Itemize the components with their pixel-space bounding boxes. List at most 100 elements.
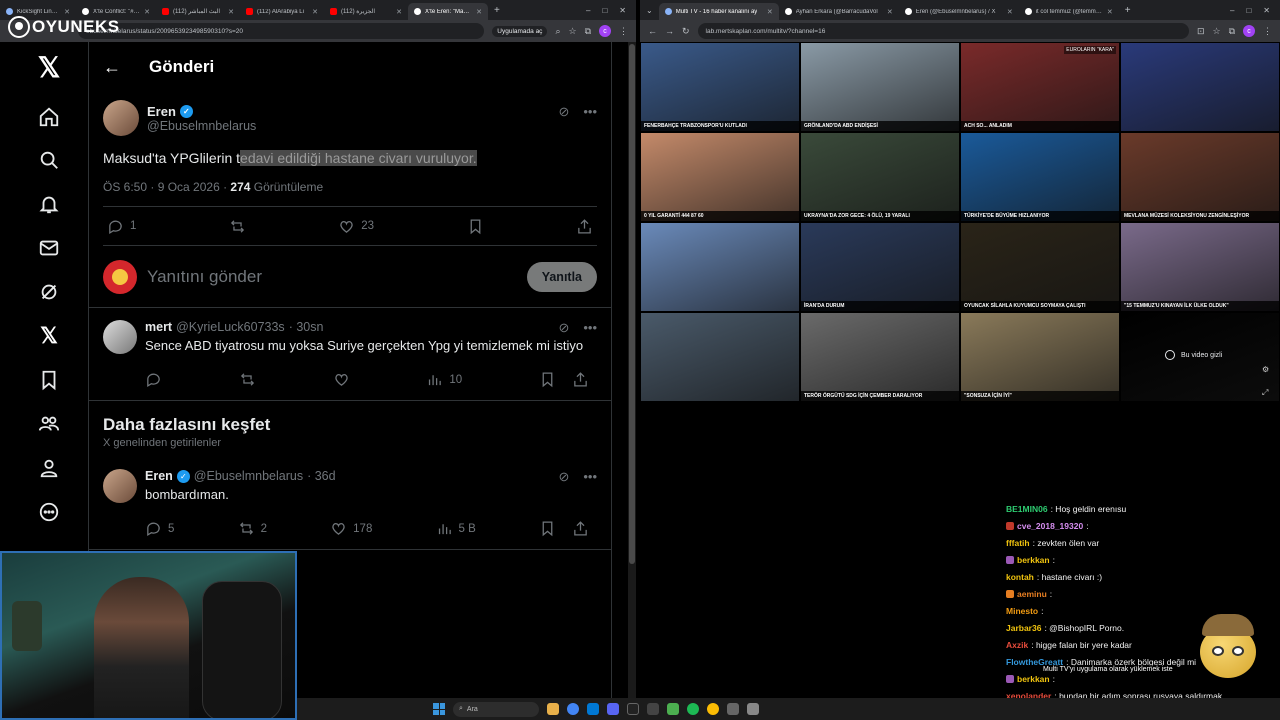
close-window-icon[interactable]: ✕ bbox=[1263, 6, 1270, 15]
scrollbar-thumb[interactable] bbox=[629, 44, 635, 564]
commenter-avatar[interactable] bbox=[103, 320, 137, 354]
file-explorer-icon[interactable] bbox=[547, 703, 559, 715]
bookmarks-icon[interactable] bbox=[36, 367, 62, 393]
tv-channel-tile[interactable] bbox=[640, 312, 800, 402]
install-app-icon[interactable]: ⊡ bbox=[1197, 26, 1205, 37]
extensions-icon[interactable]: ⧉ bbox=[585, 26, 591, 37]
grok-icon[interactable]: ⊘ bbox=[558, 104, 569, 120]
profile-avatar[interactable]: c bbox=[1243, 25, 1255, 37]
tv-channel-tile[interactable]: TERÖR ÖRGÜTÜ SDG İÇİN ÇEMBER DARALIYOR bbox=[800, 312, 960, 402]
taskbar-search[interactable]: ⌕ Ara bbox=[453, 701, 539, 717]
tv-channel-tile[interactable]: GRÖNLAND'DA ABD ENDİŞESİ bbox=[800, 42, 960, 132]
views-button[interactable]: 10 bbox=[426, 371, 462, 388]
tv-channel-tile[interactable]: 0 YIL GARANTİ 444 87 60 bbox=[640, 132, 800, 222]
bookmark-button[interactable] bbox=[539, 520, 556, 537]
settings-gear-icon[interactable]: ⚙ bbox=[1262, 365, 1269, 374]
extensions-icon[interactable]: ⧉ bbox=[1229, 26, 1235, 37]
new-tab-icon[interactable]: + bbox=[1119, 5, 1131, 16]
fullscreen-icon[interactable]: ⤢ bbox=[1262, 388, 1269, 398]
reload-icon[interactable]: ↻ bbox=[682, 26, 690, 37]
close-icon[interactable]: ✕ bbox=[312, 8, 318, 16]
minimize-icon[interactable]: – bbox=[1230, 6, 1234, 15]
tab-temmuz[interactable]: it col temmuz (@temmuz1919✕ bbox=[1019, 3, 1119, 20]
reply-button[interactable]: 5 bbox=[145, 520, 174, 537]
profile-avatar[interactable]: c bbox=[599, 25, 611, 37]
app-icon[interactable] bbox=[647, 703, 659, 715]
tv-channel-tile[interactable] bbox=[1120, 42, 1280, 132]
chat-username[interactable]: berkkan bbox=[1017, 674, 1050, 684]
tv-channel-tile[interactable] bbox=[640, 222, 800, 312]
bookmark-button[interactable] bbox=[467, 218, 484, 235]
chat-username[interactable]: Minesto bbox=[1006, 606, 1038, 616]
grok-icon[interactable]: ⊘ bbox=[558, 469, 569, 485]
spotify-icon[interactable] bbox=[687, 703, 699, 715]
chat-username[interactable]: Jarbar36 bbox=[1006, 623, 1041, 633]
tab-x-eren-active[interactable]: X'te Eren: "Maksu ✕ bbox=[408, 3, 488, 20]
reply-input[interactable]: Yanıtını gönder bbox=[147, 267, 517, 287]
notifications-bell-icon[interactable] bbox=[36, 191, 62, 217]
app-icon[interactable] bbox=[747, 703, 759, 715]
like-button[interactable]: 23 bbox=[338, 218, 374, 235]
tab-search-icon[interactable]: ⌄ bbox=[640, 6, 659, 15]
maximize-icon[interactable]: □ bbox=[1246, 6, 1251, 15]
grok-icon[interactable]: ⊘ bbox=[558, 320, 569, 336]
close-icon[interactable]: ✕ bbox=[767, 8, 773, 16]
chat-username[interactable]: fffatih bbox=[1006, 538, 1030, 548]
chat-username[interactable]: Axzik bbox=[1006, 640, 1028, 650]
menu-dots-icon[interactable]: ⋮ bbox=[1263, 26, 1272, 37]
minimize-icon[interactable]: – bbox=[586, 6, 590, 15]
open-in-app-button[interactable]: Uygulamada aç bbox=[492, 25, 548, 37]
app-icon[interactable] bbox=[727, 703, 739, 715]
tab-ayhan-erkara[interactable]: Ayhan Erkara (@BarracudaVol ✕ bbox=[779, 3, 899, 20]
share-button[interactable] bbox=[576, 218, 593, 235]
messages-envelope-icon[interactable] bbox=[36, 235, 62, 261]
reply-submit-button[interactable]: Yanıtla bbox=[526, 261, 597, 292]
author-handle[interactable]: @Ebuselmnbelarus bbox=[194, 469, 303, 483]
close-icon[interactable]: ✕ bbox=[228, 8, 234, 16]
store-icon[interactable] bbox=[587, 703, 599, 715]
repost-button[interactable] bbox=[239, 371, 256, 388]
more-dots-icon[interactable]: ••• bbox=[583, 320, 597, 336]
tv-channel-tile[interactable]: UKRAYNA'DA ZOR GECE: 4 ÖLÜ, 19 YARALI bbox=[800, 132, 960, 222]
profile-icon[interactable] bbox=[36, 455, 62, 481]
x-premium-icon[interactable]: 𝕏 bbox=[36, 323, 62, 349]
communities-icon[interactable] bbox=[36, 411, 62, 437]
close-icon[interactable]: ✕ bbox=[396, 8, 402, 16]
new-tab-icon[interactable]: + bbox=[488, 5, 500, 16]
forward-icon[interactable]: → bbox=[665, 26, 674, 36]
tv-channel-tile[interactable]: FENERBAHÇE TRABZONSPOR'U KUTLADI bbox=[640, 42, 800, 132]
reply-button[interactable]: 1 bbox=[107, 218, 136, 235]
author-name[interactable]: Eren bbox=[147, 104, 176, 119]
grok-icon[interactable] bbox=[36, 279, 62, 305]
back-icon[interactable]: ← bbox=[648, 26, 657, 36]
bookmark-star-icon[interactable]: ☆ bbox=[568, 26, 576, 37]
windows-start-icon[interactable] bbox=[433, 703, 445, 715]
close-icon[interactable]: ✕ bbox=[1107, 8, 1113, 16]
commenter-name[interactable]: mert bbox=[145, 320, 172, 334]
chat-username[interactable]: BE1MIN06 bbox=[1006, 504, 1048, 514]
tv-channel-tile[interactable]: OYUNCAK SİLAHLA KUYUMCU SOYMAYA ÇALIŞTI bbox=[960, 222, 1120, 312]
close-icon[interactable]: ✕ bbox=[1007, 8, 1013, 16]
close-icon[interactable]: ✕ bbox=[887, 8, 893, 16]
author-avatar[interactable] bbox=[103, 100, 139, 136]
chat-username[interactable]: cve_2018_19320 bbox=[1017, 521, 1083, 531]
tv-channel-tile[interactable]: MEVLANA MÜZESİ KOLEKSİYONU ZENGİNLEŞİYOR bbox=[1120, 132, 1280, 222]
close-window-icon[interactable]: ✕ bbox=[619, 6, 626, 15]
chat-username[interactable]: aeminu bbox=[1017, 589, 1047, 599]
repost-button[interactable] bbox=[229, 218, 246, 235]
tv-channel-tile[interactable]: "15 TEMMUZ'U KINAYAN İLK ÜLKE OLDUK" bbox=[1120, 222, 1280, 312]
obs-icon[interactable] bbox=[627, 703, 639, 715]
zoom-icon[interactable]: ⌕ bbox=[555, 26, 560, 37]
close-icon[interactable]: ✕ bbox=[476, 8, 482, 16]
url-field[interactable]: ebuselmnbelarus/status/20096539234985903… bbox=[78, 23, 485, 39]
kick-icon[interactable] bbox=[667, 703, 679, 715]
tv-channel-tile[interactable]: EUROLARIN "KARA" ACH SO... ANLADIM bbox=[960, 42, 1120, 132]
commenter-handle[interactable]: @KyrieLuck60733s bbox=[176, 320, 285, 334]
bookmark-button[interactable] bbox=[539, 371, 556, 388]
tv-channel-tile[interactable]: "SONSUZA İÇİN İYİ" bbox=[960, 312, 1120, 402]
url-field[interactable]: lab.mertskaplan.com/multitv/?channel=16 bbox=[697, 23, 1189, 39]
close-icon[interactable]: ✕ bbox=[144, 8, 150, 16]
x-logo-icon[interactable]: 𝕏 bbox=[36, 52, 62, 83]
like-button[interactable]: 178 bbox=[330, 520, 372, 537]
chrome-profile-icon[interactable] bbox=[707, 703, 719, 715]
